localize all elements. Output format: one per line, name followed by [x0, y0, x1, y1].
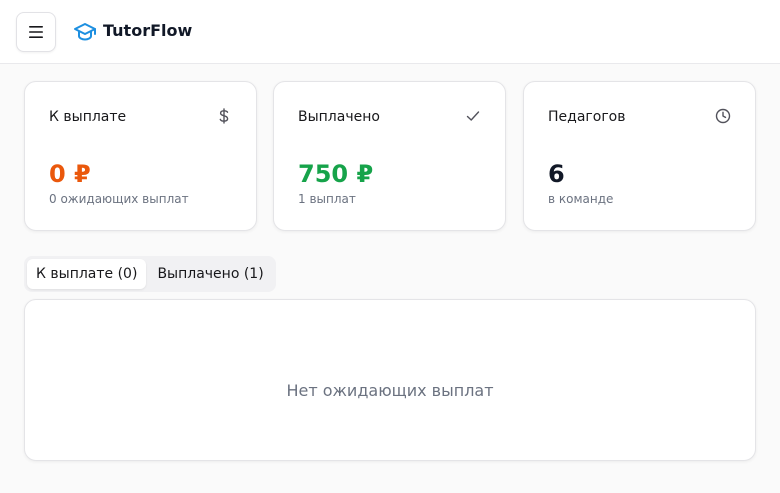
stat-subtext: в команде [548, 192, 614, 206]
tab-pending[interactable]: К выплате (0) [27, 259, 147, 289]
payouts-panel: Нет ожидающих выплат [24, 299, 756, 461]
brand-name: TutorFlow [103, 21, 193, 40]
stat-card-paid: Выплачено 750 ₽ 1 выплат [273, 81, 506, 231]
menu-button[interactable] [16, 12, 56, 52]
empty-state-message: Нет ожидающих выплат [286, 381, 494, 400]
hamburger-icon [29, 26, 43, 38]
stat-value: 6 [548, 160, 565, 188]
stat-value: 750 ₽ [298, 160, 374, 188]
stat-label: Выплачено [298, 109, 380, 125]
graduation-cap-icon [74, 23, 96, 41]
check-icon [466, 111, 480, 121]
stat-label: К выплате [49, 109, 127, 125]
stat-card-teachers: Педагогов 6 в команде [523, 81, 756, 231]
tab-paid[interactable]: Выплачено (1) [148, 259, 272, 289]
payout-tabs: К выплате (0) Выплачено (1) [24, 256, 276, 292]
clock-icon [715, 108, 731, 124]
top-bar: TutorFlow [0, 0, 780, 64]
dollar-icon [219, 108, 229, 124]
stat-subtext: 0 ожидающих выплат [49, 192, 189, 206]
stat-card-pending: К выплате 0 ₽ 0 ожидающих выплат [24, 81, 257, 231]
stat-label: Педагогов [548, 109, 626, 125]
stat-subtext: 1 выплат [298, 192, 356, 206]
stat-value: 0 ₽ [49, 160, 91, 188]
